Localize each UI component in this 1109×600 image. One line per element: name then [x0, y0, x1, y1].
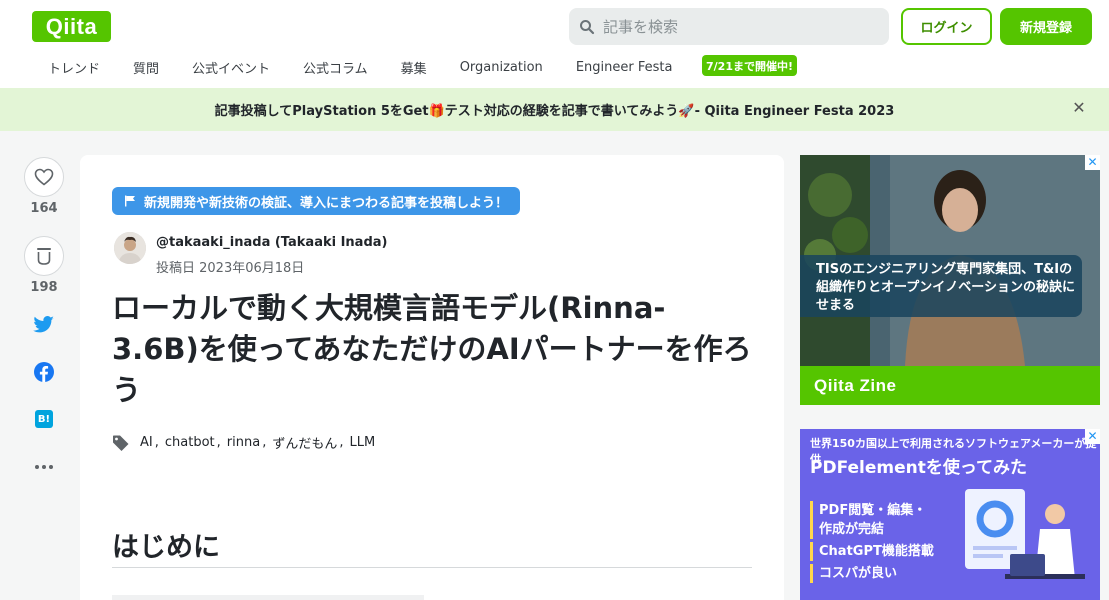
posted-date: 投稿日 2023年06月18日 [156, 261, 305, 276]
search-input[interactable] [603, 17, 863, 36]
section-heading: はじめに [112, 532, 220, 563]
nav-item-engineer-festa[interactable]: Engineer Festa [576, 60, 673, 75]
login-button[interactable]: ログイン [901, 8, 992, 45]
article-actions: 164 198 B! [24, 157, 64, 479]
signup-button[interactable]: 新規登録 [1000, 8, 1092, 45]
main-nav: トレンド 質問 公式イベント 公式コラム 募集 Organization Eng… [32, 56, 705, 78]
festa-badge: 7/21まで開催中! [702, 55, 797, 76]
campaign-tag-label: 新規開発や新技術の検証、導入にまつわる記事を投稿しよう！ [144, 195, 509, 211]
twitter-icon [33, 316, 54, 333]
nav-item-columns[interactable]: 公式コラム [303, 58, 368, 77]
stock-button[interactable] [24, 236, 64, 276]
tag-ai[interactable]: AI [140, 435, 153, 450]
author-name[interactable]: @takaaki_inada (Takaaki Inada) [156, 235, 387, 250]
tag-llm[interactable]: LLM [349, 435, 375, 450]
ad-feature: ChatGPT機能搭載 [810, 542, 934, 561]
qiita-logo[interactable]: Qiita [32, 11, 111, 42]
site-header: Qiita ログイン 新規登録 トレンド 質問 公式イベント 公式コラム 募集 … [0, 0, 1109, 88]
nav-item-events[interactable]: 公式イベント [192, 58, 270, 77]
search-icon [580, 19, 595, 34]
tag-list: AI, chatbot, rinna, ずんだもん, LLM [112, 433, 377, 452]
author-avatar[interactable] [114, 232, 146, 264]
ad-caption: TISのエンジニアリング専門家集団、T&Iの組織作りとオープンイノベーションの秘… [816, 262, 1075, 313]
nav-item-questions[interactable]: 質問 [133, 58, 159, 77]
tag-chatbot[interactable]: chatbot [165, 435, 215, 450]
search-box[interactable] [569, 8, 889, 45]
facebook-share-button[interactable] [24, 360, 64, 384]
ad-illustration [965, 489, 1085, 579]
article-title: ローカルで動く大規模言語モデル(Rinna-3.6B)を使ってあなただけのAIパ… [112, 291, 752, 407]
banner-text: 記事投稿してPlayStation 5をGet🎁テスト対応の経験を記事で書いてみ… [214, 104, 895, 119]
nav-item-organization[interactable]: Organization [460, 60, 543, 75]
tag-rinna[interactable]: rinna [227, 435, 260, 450]
body-text-cutoff [112, 595, 632, 600]
article-card: 新規開発や新技術の検証、導入にまつわる記事を投稿しよう！ @takaaki_in… [80, 155, 784, 600]
ad-close-icon[interactable]: ✕ [1085, 429, 1100, 444]
hatena-icon: B! [35, 410, 53, 428]
festa-banner[interactable]: 記事投稿してPlayStation 5をGet🎁テスト対応の経験を記事で書いてみ… [0, 88, 1109, 131]
heart-icon [34, 168, 54, 186]
more-icon [35, 465, 53, 469]
article-campaign-tag[interactable]: 新規開発や新技術の検証、導入にまつわる記事を投稿しよう！ [112, 187, 521, 215]
like-count: 164 [30, 201, 58, 216]
hatena-share-button[interactable]: B! [24, 407, 64, 431]
ad-close-icon[interactable]: ✕ [1085, 155, 1100, 170]
facebook-icon [34, 362, 54, 382]
more-button[interactable] [24, 455, 64, 479]
close-icon[interactable]: ✕ [1071, 100, 1087, 116]
ad-feature: PDF閲覧・編集・作成が完結 [810, 501, 930, 539]
ad-feature: コスパが良い [810, 564, 934, 583]
ad-pdfelement[interactable]: 世界150カ国以上で利用されるソフトウェアメーカーが提供 PDFelementを… [800, 429, 1100, 600]
qiita-zine-logo: Qiita Zine [800, 366, 1100, 405]
ad-pdf-features: PDF閲覧・編集・作成が完結 ChatGPT機能搭載 コスパが良い [810, 501, 934, 586]
nav-item-trend[interactable]: トレンド [48, 58, 100, 77]
stock-icon [37, 248, 51, 265]
nav-item-recruit[interactable]: 募集 [401, 58, 427, 77]
flag-icon [125, 195, 135, 207]
tag-icon [113, 435, 129, 451]
stock-count: 198 [30, 280, 58, 295]
like-button[interactable] [24, 157, 64, 197]
tag-zundamon[interactable]: ずんだもん [272, 433, 337, 452]
heading-divider [112, 567, 752, 568]
twitter-share-button[interactable] [24, 313, 64, 337]
ad-qiita-zine[interactable]: TISのエンジニアリング専門家集団、T&Iの組織作りとオープンイノベーションの秘… [800, 155, 1100, 405]
